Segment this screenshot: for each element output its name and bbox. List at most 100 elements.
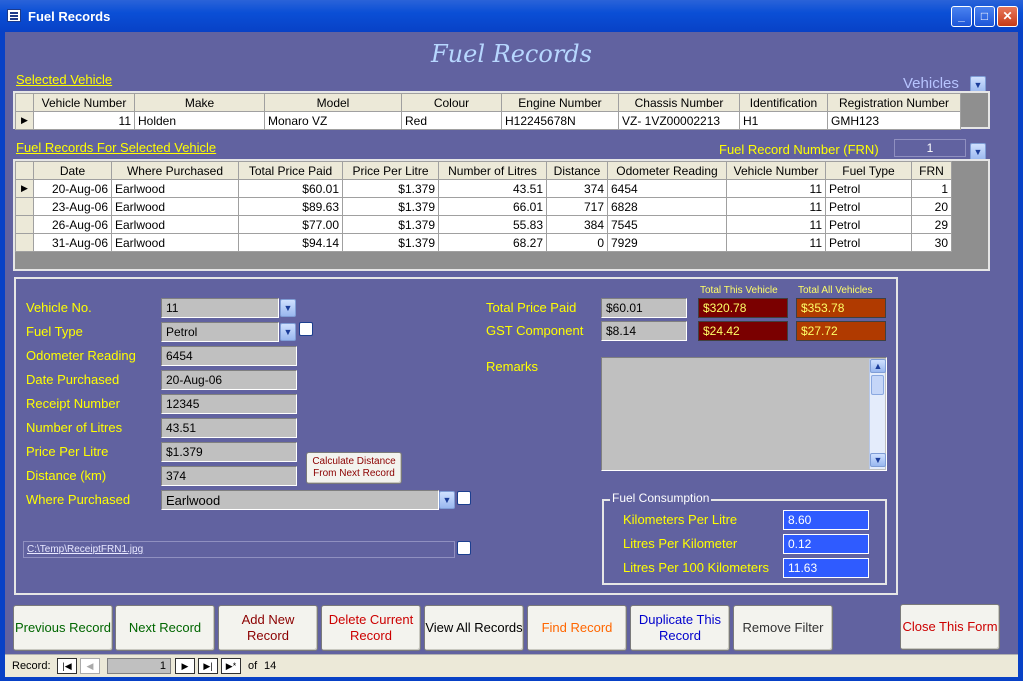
cell[interactable]: $77.00 xyxy=(238,215,343,234)
cell[interactable]: 43.51 xyxy=(438,179,547,198)
cell[interactable]: $89.63 xyxy=(238,197,343,216)
vehicle-no-dropdown-icon[interactable]: ▼ xyxy=(280,299,296,317)
cell[interactable]: 20-Aug-06 xyxy=(33,179,112,198)
cell[interactable]: 30 xyxy=(911,233,952,252)
cell[interactable]: H12245678N xyxy=(501,111,619,130)
view-all-records-button[interactable]: View All Records xyxy=(424,605,524,651)
previous-record-icon[interactable]: ◀ xyxy=(80,658,100,674)
last-record-icon[interactable]: ▶| xyxy=(198,658,218,674)
price-per-litre-field[interactable]: $1.379 xyxy=(161,442,297,462)
col-distance[interactable]: Distance xyxy=(546,161,608,180)
cell[interactable]: Petrol xyxy=(825,179,912,198)
odometer-field[interactable]: 6454 xyxy=(161,346,297,366)
cell[interactable]: 0 xyxy=(546,233,608,252)
col-date[interactable]: Date xyxy=(33,161,112,180)
cell[interactable]: $94.14 xyxy=(238,233,343,252)
where-purchased-dropdown-icon[interactable]: ▼ xyxy=(439,491,455,509)
col-where-purchased[interactable]: Where Purchased xyxy=(111,161,239,180)
record-selector[interactable] xyxy=(15,197,34,216)
cell[interactable]: $60.01 xyxy=(238,179,343,198)
cell[interactable]: Petrol xyxy=(825,197,912,216)
scroll-thumb[interactable] xyxy=(871,375,884,395)
col-model[interactable]: Model xyxy=(264,93,402,112)
cell[interactable]: GMH123 xyxy=(827,111,961,130)
where-purchased-checkbox[interactable] xyxy=(457,491,471,505)
gst-component-field[interactable]: $8.14 xyxy=(601,321,687,341)
cell[interactable]: $1.379 xyxy=(342,197,439,216)
cell[interactable]: Holden xyxy=(134,111,265,130)
previous-record-button[interactable]: Previous Record xyxy=(13,605,113,651)
col-price-per-litre[interactable]: Price Per Litre xyxy=(342,161,439,180)
current-record-arrow-icon[interactable]: ▶ xyxy=(15,111,34,130)
cell[interactable]: Petrol xyxy=(825,215,912,234)
fuel-type-combo[interactable]: Petrol xyxy=(161,322,279,342)
next-record-button[interactable]: Next Record xyxy=(115,605,215,651)
delete-current-record-button[interactable]: Delete Current Record xyxy=(321,605,421,651)
remarks-scrollbar[interactable]: ▲ ▼ xyxy=(869,359,886,469)
col-engine-number[interactable]: Engine Number xyxy=(501,93,619,112)
cell[interactable]: 20 xyxy=(911,197,952,216)
table-row[interactable]: ▶ 11 Holden Monaro VZ Red H12245678N VZ-… xyxy=(15,111,961,130)
cell[interactable]: Earlwood xyxy=(111,197,239,216)
cell[interactable]: $1.379 xyxy=(342,215,439,234)
first-record-icon[interactable]: |◀ xyxy=(57,658,77,674)
cell[interactable]: Petrol xyxy=(825,233,912,252)
next-record-icon[interactable]: ▶ xyxy=(175,658,195,674)
cell[interactable]: 7545 xyxy=(607,215,727,234)
record-selector[interactable] xyxy=(15,215,34,234)
app-icon[interactable] xyxy=(7,9,21,22)
cell[interactable]: $1.379 xyxy=(342,233,439,252)
cell[interactable]: Earlwood xyxy=(111,179,239,198)
close-icon[interactable]: ✕ xyxy=(997,6,1018,27)
find-record-button[interactable]: Find Record xyxy=(527,605,627,651)
col-make[interactable]: Make xyxy=(134,93,265,112)
distance-field[interactable]: 374 xyxy=(161,466,297,486)
maximize-icon[interactable]: □ xyxy=(974,6,995,27)
cell[interactable]: 717 xyxy=(546,197,608,216)
cell[interactable]: 55.83 xyxy=(438,215,547,234)
calculate-distance-button[interactable]: Calculate Distance From Next Record xyxy=(306,452,402,484)
remarks-textarea[interactable] xyxy=(601,357,887,471)
col-frn[interactable]: FRN xyxy=(911,161,952,180)
receipt-number-field[interactable]: 12345 xyxy=(161,394,297,414)
cell[interactable]: 23-Aug-06 xyxy=(33,197,112,216)
col-vehicle-number[interactable]: Vehicle Number xyxy=(726,161,826,180)
cell[interactable]: 11 xyxy=(726,233,826,252)
col-fuel-type[interactable]: Fuel Type xyxy=(825,161,912,180)
number-of-litres-field[interactable]: 43.51 xyxy=(161,418,297,438)
cell[interactable]: 11 xyxy=(726,215,826,234)
receipt-checkbox[interactable] xyxy=(457,541,471,555)
col-identification[interactable]: Identification xyxy=(739,93,828,112)
col-total-price-paid[interactable]: Total Price Paid xyxy=(238,161,343,180)
minimize-icon[interactable]: _ xyxy=(951,6,972,27)
current-record-field[interactable]: 1 xyxy=(107,658,171,674)
cell[interactable]: 11 xyxy=(33,111,135,130)
table-row[interactable]: 23-Aug-06 Earlwood $89.63 $1.379 66.01 7… xyxy=(15,197,952,216)
current-record-arrow-icon[interactable]: ▶ xyxy=(15,179,34,198)
fuel-type-dropdown-icon[interactable]: ▼ xyxy=(280,323,296,341)
col-registration-number[interactable]: Registration Number xyxy=(827,93,961,112)
duplicate-record-button[interactable]: Duplicate This Record xyxy=(630,605,730,651)
date-purchased-field[interactable]: 20-Aug-06 xyxy=(161,370,297,390)
cell[interactable]: VZ- 1VZ00002213 xyxy=(618,111,740,130)
scroll-down-icon[interactable]: ▼ xyxy=(870,453,886,467)
cell[interactable]: 384 xyxy=(546,215,608,234)
frn-select[interactable]: 1 xyxy=(894,139,966,157)
cell[interactable]: 29 xyxy=(911,215,952,234)
record-selector[interactable] xyxy=(15,233,34,252)
cell[interactable]: 66.01 xyxy=(438,197,547,216)
where-purchased-combo[interactable]: Earlwood xyxy=(161,490,439,510)
table-row[interactable]: 31-Aug-06 Earlwood $94.14 $1.379 68.27 0… xyxy=(15,233,952,252)
cell[interactable]: 7929 xyxy=(607,233,727,252)
table-row[interactable]: 26-Aug-06 Earlwood $77.00 $1.379 55.83 3… xyxy=(15,215,952,234)
cell[interactable]: Red xyxy=(401,111,502,130)
new-record-icon[interactable]: ▶* xyxy=(221,658,241,674)
cell[interactable]: 374 xyxy=(546,179,608,198)
receipt-hyperlink[interactable]: C:\Temp\ReceiptFRN1.jpg xyxy=(23,541,455,558)
cell[interactable]: H1 xyxy=(739,111,828,130)
vehicle-no-combo[interactable]: 11 xyxy=(161,298,279,318)
close-form-button[interactable]: Close This Form xyxy=(900,604,1000,650)
cell[interactable]: 6454 xyxy=(607,179,727,198)
cell[interactable]: 26-Aug-06 xyxy=(33,215,112,234)
cell[interactable]: 11 xyxy=(726,179,826,198)
